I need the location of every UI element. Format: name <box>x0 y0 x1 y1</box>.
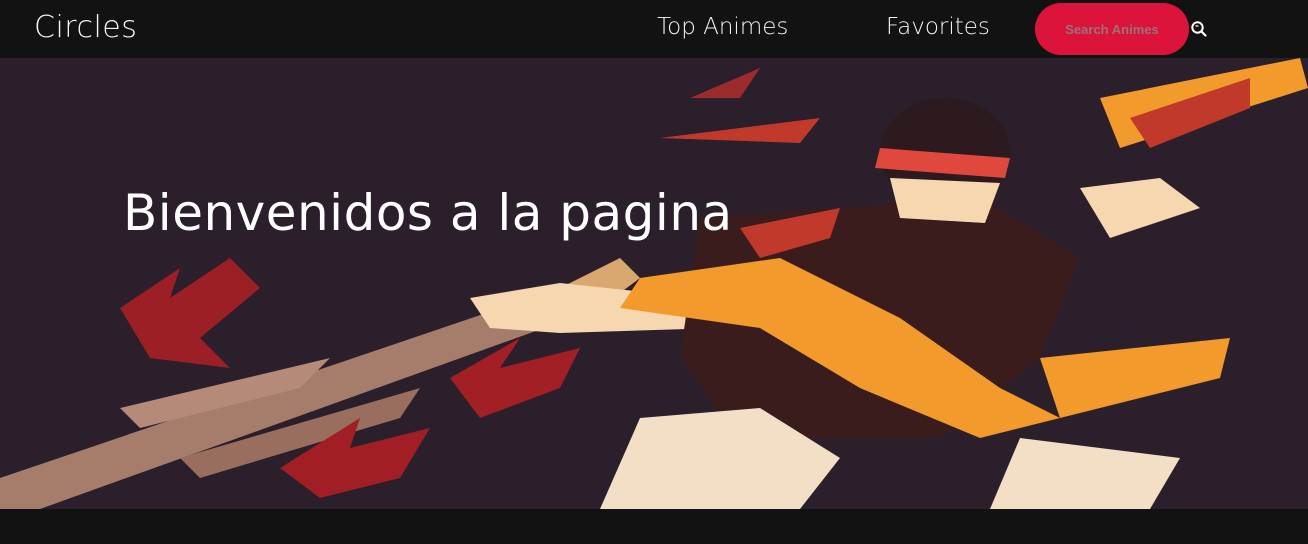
hero-banner: Bienvenidos a la pagina <box>0 58 1308 509</box>
hero-anime-artwork <box>0 58 1308 509</box>
hero-title: Bienvenidos a la pagina <box>123 184 733 242</box>
search-input[interactable] <box>1035 3 1189 55</box>
search-icon[interactable] <box>1190 20 1208 38</box>
navbar: Circles Top Animes Favorites <box>0 0 1308 58</box>
page-bottom-band <box>0 509 1308 544</box>
nav-link-favorites[interactable]: Favorites <box>886 14 990 40</box>
nav-link-top-animes[interactable]: Top Animes <box>657 14 788 40</box>
brand-logo[interactable]: Circles <box>34 10 137 45</box>
